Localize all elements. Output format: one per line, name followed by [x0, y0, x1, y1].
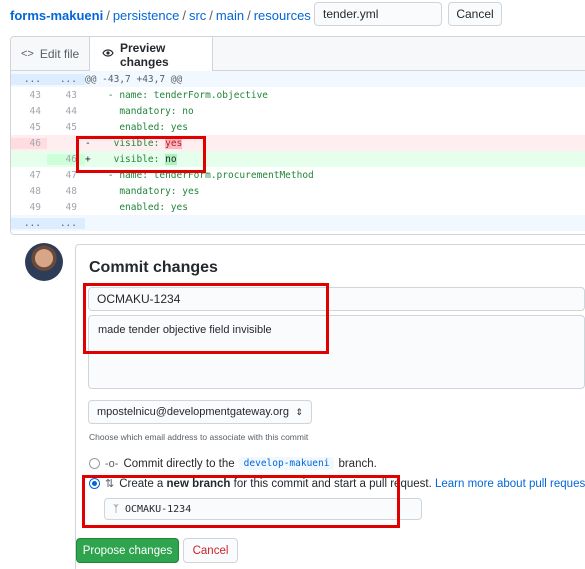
highlight-box-diff — [76, 136, 206, 173]
diff-line-code: enabled: yes — [85, 201, 188, 213]
line-number-left: 47 — [29, 169, 41, 181]
tab-preview-changes-label: Preview changes — [120, 40, 169, 69]
editor-tabs: <> Edit file Preview changes — [11, 37, 585, 72]
breadcrumb-separator: / — [106, 7, 110, 23]
breadcrumb-repo-link[interactable]: forms-makueni — [10, 8, 103, 23]
diff-line-code: enabled: yes — [85, 121, 188, 133]
select-arrows-icon: ⇕ — [295, 406, 303, 417]
breadcrumb: forms-makueni / persistence / src / main… — [10, 5, 345, 25]
breadcrumb-persistence-link[interactable]: persistence — [113, 8, 179, 23]
tab-preview-changes[interactable]: Preview changes — [89, 37, 213, 72]
propose-changes-button[interactable]: Propose changes — [76, 538, 179, 563]
commit-title: Commit changes — [89, 259, 218, 276]
diff-line-code: - name: tenderForm.objective — [85, 89, 269, 101]
commit-directly-text: Commit directly to the — [123, 457, 235, 470]
line-number-right: 48 — [65, 185, 77, 197]
breadcrumb-separator: / — [182, 7, 186, 23]
diff-line: 48 48 mandatory: yes — [11, 183, 585, 199]
line-number-right: ... — [47, 217, 85, 229]
hunk-text: @@ -43,7 +43,7 @@ — [85, 73, 183, 85]
diff-line: 45 45 enabled: yes — [11, 119, 585, 135]
email-hint: Choose which email address to associate … — [89, 432, 309, 442]
commit-directly-suffix: branch. — [338, 457, 377, 470]
cancel-button[interactable]: Cancel — [183, 538, 238, 563]
line-number-left: 43 — [29, 89, 41, 101]
breadcrumb-separator: / — [247, 7, 251, 23]
line-number-right: 45 — [65, 121, 77, 133]
git-commit-icon: -o- — [105, 457, 119, 470]
breadcrumb-main-link[interactable]: main — [216, 8, 244, 23]
line-number-left: 46 — [11, 137, 47, 149]
tab-edit-file[interactable]: <> Edit file — [21, 37, 79, 71]
line-number-left: 48 — [29, 185, 41, 197]
line-number-left: ... — [11, 73, 47, 85]
base-branch-name: develop-makueni — [238, 457, 335, 470]
diff-line-code: mandatory: yes — [85, 185, 200, 197]
diff-line: 44 44 mandatory: no — [11, 103, 585, 119]
line-number-left: ... — [11, 217, 47, 229]
email-select[interactable]: mpostelnicu@developmentgateway.org ⇕ — [88, 400, 312, 424]
diff-line-code: mandatory: no — [85, 105, 194, 117]
breadcrumb-resources-link[interactable]: resources — [254, 8, 311, 23]
line-number-left: 44 — [29, 105, 41, 117]
line-number-right: 44 — [65, 105, 77, 117]
line-number-right: ... — [47, 73, 85, 85]
cancel-edit-button[interactable]: Cancel — [448, 2, 502, 26]
commit-directly-radio[interactable] — [89, 458, 100, 469]
line-number-left: 49 — [29, 201, 41, 213]
breadcrumb-separator: / — [209, 7, 213, 23]
tab-edit-file-label: Edit file — [39, 47, 80, 61]
avatar — [25, 243, 63, 281]
line-number-left: 45 — [29, 121, 41, 133]
code-icon: <> — [21, 48, 34, 60]
line-number-right: 43 — [65, 89, 77, 101]
email-select-value: mpostelnicu@developmentgateway.org — [97, 406, 289, 418]
diff-hunk-header[interactable]: ... ... @@ -43,7 +43,7 @@ — [11, 71, 585, 87]
diff-expand-row[interactable]: ... ... — [11, 215, 585, 231]
commit-directly-option[interactable]: -o- Commit directly to the develop-makue… — [89, 457, 377, 470]
diff-line: 49 49 enabled: yes — [11, 199, 585, 215]
highlight-box-message — [83, 283, 329, 354]
line-number-right: 49 — [65, 201, 77, 213]
eye-icon — [102, 48, 114, 61]
filename-input[interactable] — [314, 2, 442, 26]
diff-line: 43 43 - name: tenderForm.objective — [11, 87, 585, 103]
breadcrumb-src-link[interactable]: src — [189, 8, 206, 23]
learn-more-link[interactable]: Learn more about pull requests. — [435, 478, 585, 490]
highlight-box-branch — [82, 475, 400, 528]
